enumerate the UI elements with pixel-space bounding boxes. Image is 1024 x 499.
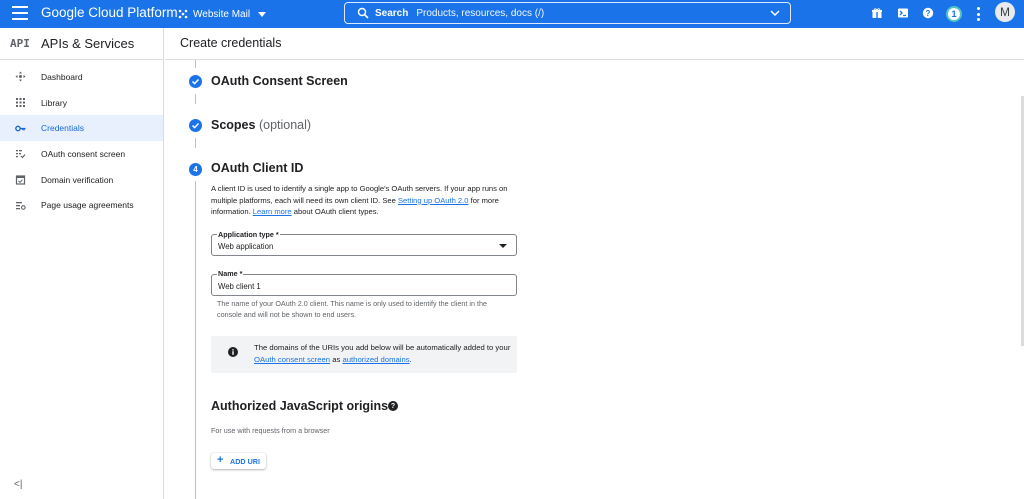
cloud-shell-icon[interactable] [897, 7, 909, 19]
js-origins-subtitle: For use with requests from a browser [211, 426, 330, 435]
step-connector [195, 60, 196, 68]
application-type-value: Web application [218, 242, 274, 251]
more-vert-icon[interactable] [976, 7, 980, 21]
sidebar-nav: Dashboard Library Credentials OAuth cons… [0, 64, 163, 218]
sidebar-item-label: Library [41, 97, 67, 108]
sidebar-item-label: Dashboard [41, 71, 83, 82]
sidebar-item-page-usage-agreements[interactable]: Page usage agreements [0, 192, 163, 218]
authorized-domains-link[interactable]: authorized domains [342, 355, 409, 364]
step-connector [195, 138, 196, 148]
oauth-consent-screen-link[interactable]: OAuth consent screen [254, 355, 330, 364]
gift-icon[interactable] [871, 7, 883, 19]
application-type-label: Application type * [217, 230, 280, 239]
setting-up-oauth-link[interactable]: Setting up OAuth 2.0 [398, 196, 469, 205]
help-icon[interactable]: ? [922, 7, 934, 19]
step-oauth-client-id: OAuth Client ID [211, 161, 304, 175]
info-text-part: . [409, 355, 412, 364]
dropdown-arrow-icon [499, 244, 507, 248]
step-connector [195, 181, 196, 499]
sidebar-item-library[interactable]: Library [0, 90, 163, 116]
sidebar-item-domain-verification[interactable]: Domain verification [0, 167, 163, 193]
sidebar-title: APIs & Services [41, 36, 135, 51]
brand-title[interactable]: Google Cloud Platform [41, 5, 178, 20]
project-selector[interactable]: Website Mail [178, 4, 267, 24]
sidebar-item-credentials[interactable]: Credentials [0, 115, 163, 142]
settings-list-icon [16, 201, 26, 210]
project-icon [178, 9, 188, 19]
collapse-sidebar-icon[interactable]: <| [14, 479, 22, 490]
dashboard-icon [15, 71, 26, 82]
library-icon [16, 98, 25, 108]
menu-icon[interactable] [12, 6, 28, 20]
optional-label: (optional) [258, 118, 312, 132]
client-id-description: A client ID is used to identify a single… [211, 183, 516, 218]
sidebar: API APIs & Services Dashboard Library Cr… [0, 28, 164, 499]
step-connector [195, 94, 196, 104]
search-icon [357, 7, 369, 19]
description-text: about OAuth client types. [291, 207, 379, 217]
notifications-badge[interactable]: 1 [946, 6, 962, 22]
plus-icon: + [217, 454, 224, 466]
step-number-badge: 4 [189, 163, 202, 176]
step-title: Scopes [211, 118, 256, 132]
search-placeholder: Products, resources, docs (/) [416, 7, 545, 19]
project-name: Website Mail [193, 8, 251, 20]
search-label: Search [375, 7, 409, 19]
key-icon [15, 125, 26, 132]
name-field[interactable]: Name * Web client 1 [211, 269, 517, 296]
name-hint: The name of your OAuth 2.0 client. This … [217, 299, 487, 319]
step-complete-icon [189, 119, 202, 132]
chevron-down-icon [258, 11, 267, 17]
chevron-down-icon[interactable] [770, 8, 780, 18]
help-icon[interactable]: ? [388, 401, 398, 411]
domains-info-box: The domains of the URIs you add below wi… [211, 336, 517, 373]
sidebar-item-label: Domain verification [41, 174, 114, 185]
info-icon [228, 347, 238, 357]
application-type-select[interactable]: Application type * Web application [211, 230, 517, 256]
info-text: The domains of the URIs you add below wi… [254, 342, 512, 366]
js-origins-title: Authorized JavaScript origins [211, 399, 389, 413]
page-title: Create credentials [180, 36, 282, 50]
sidebar-item-dashboard[interactable]: Dashboard [0, 64, 163, 90]
add-uri-button[interactable]: + ADD URI [211, 453, 266, 469]
info-text-part: as [330, 355, 343, 364]
top-app-bar: Google Cloud Platform Website Mail Searc… [0, 0, 1024, 28]
info-text-part: The domains of the URIs you add below wi… [254, 343, 511, 352]
search-bar[interactable]: Search Products, resources, docs (/) [344, 2, 791, 24]
sidebar-item-label: OAuth consent screen [41, 148, 126, 159]
api-logo: API [10, 37, 30, 50]
sidebar-item-label: Credentials [41, 123, 84, 134]
step-complete-icon [189, 75, 202, 88]
sidebar-item-oauth-consent-screen[interactable]: OAuth consent screen [0, 141, 163, 167]
avatar[interactable]: M [995, 2, 1015, 22]
step-oauth-consent-screen[interactable]: OAuth Consent Screen [211, 74, 348, 88]
sidebar-item-label: Page usage agreements [41, 200, 134, 211]
name-value: Web client 1 [218, 282, 261, 291]
learn-more-link[interactable]: Learn more [253, 207, 292, 216]
sidebar-header: API APIs & Services [0, 28, 163, 60]
calendar-check-icon [15, 175, 26, 185]
add-uri-label: ADD URI [230, 457, 260, 466]
step-scopes[interactable]: Scopes (optional) [211, 118, 311, 132]
svg-text:?: ? [926, 9, 931, 18]
page-header: Create credentials [165, 28, 1024, 60]
name-label: Name * [217, 269, 244, 278]
consent-icon [16, 150, 26, 159]
